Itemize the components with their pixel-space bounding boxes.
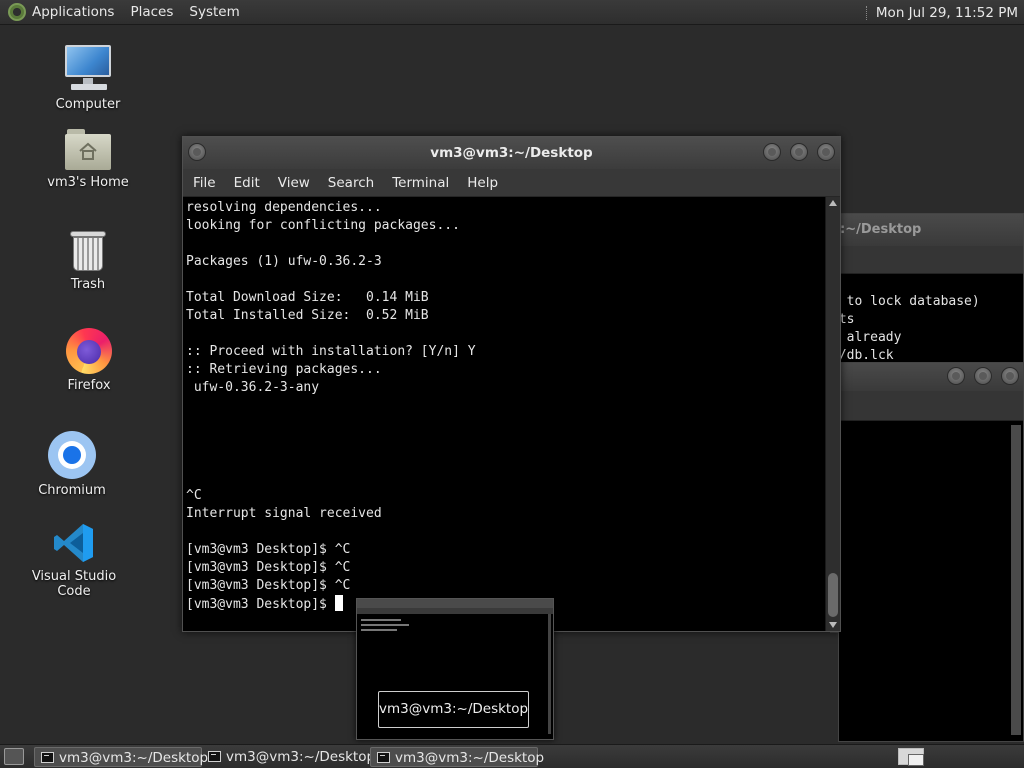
terminal-line: resolving dependencies... (186, 200, 382, 215)
background-window-menubar (831, 246, 1023, 274)
preview-content (357, 614, 553, 636)
background-line: t already (831, 330, 902, 345)
panel-separator (865, 5, 868, 20)
terminal-icon (41, 752, 54, 763)
terminal-line: [vm3@vm3 Desktop]$ ^C (186, 542, 351, 557)
taskbar-item-label: vm3@vm3:~/Desktop (226, 749, 376, 765)
terminal-line: Total Installed Size: 0.52 MiB (186, 308, 429, 323)
background-terminal-window-2[interactable] (838, 362, 1024, 742)
terminal-line: ^C (186, 488, 202, 503)
trash-icon (68, 229, 108, 273)
background-window-title[interactable]: 3:~/Desktop (831, 214, 1023, 246)
minimize-icon[interactable] (947, 367, 965, 385)
desktop-icon-vscode[interactable]: Visual Studio Code (14, 521, 134, 599)
desktop-icon-computer[interactable]: Computer (28, 45, 148, 112)
preview-scrollbar (548, 614, 551, 734)
panel-right: Mon Jul 29, 11:52 PM (865, 0, 1018, 25)
menu-places[interactable]: Places (130, 4, 173, 20)
terminal-line: ufw-0.36.2-3-any (186, 380, 320, 395)
maximize-icon[interactable] (974, 367, 992, 385)
terminal-line: [vm3@vm3 Desktop]$ ^C (186, 560, 351, 575)
menu-help[interactable]: Help (467, 175, 498, 191)
terminal-cursor (334, 595, 343, 611)
minimize-icon[interactable] (763, 143, 781, 161)
menu-applications[interactable]: Applications (32, 4, 114, 20)
menu-file[interactable]: File (193, 175, 216, 191)
taskbar-item[interactable]: vm3@vm3:~/Desktop (370, 747, 544, 767)
taskbar-item[interactable]: vm3@vm3:~/Desktop (202, 747, 375, 767)
desktop-icon-label: Computer (55, 97, 121, 112)
window-preview-tooltip: vm3@vm3:~/Desktop (378, 691, 529, 728)
menu-view[interactable]: View (278, 175, 310, 191)
terminal-menubar: File Edit View Search Terminal Help (183, 169, 840, 197)
terminal-line: Interrupt signal received (186, 506, 382, 521)
menu-terminal[interactable]: Terminal (392, 175, 449, 191)
terminal-line: Total Download Size: 0.14 MiB (186, 290, 429, 305)
background-window-text: e to lock database) sts t already n/db.l… (831, 274, 1023, 365)
terminal-icon (208, 751, 221, 762)
background-window-2-menubar (839, 391, 1023, 421)
close-icon[interactable] (817, 143, 835, 161)
terminal-line: :: Retrieving packages... (186, 362, 382, 377)
chromium-icon (48, 431, 96, 479)
terminal-line: Packages (1) ufw-0.36.2-3 (186, 254, 382, 269)
terminal-prompt: [vm3@vm3 Desktop]$ (186, 597, 335, 612)
menu-search[interactable]: Search (328, 175, 374, 191)
firefox-icon (66, 328, 112, 374)
terminal-icon (377, 752, 390, 763)
desktop-icon-label: Trash (70, 277, 106, 292)
home-folder-icon (65, 129, 111, 171)
computer-icon (63, 45, 113, 93)
terminal-output[interactable]: resolving dependencies... looking for con… (183, 197, 826, 631)
clock[interactable]: Mon Jul 29, 11:52 PM (876, 5, 1018, 21)
background-window-2-titlebar[interactable] (839, 363, 1023, 391)
scrollbar[interactable] (1011, 425, 1021, 735)
window-title: vm3@vm3:~/Desktop (430, 145, 593, 161)
scrollbar-thumb[interactable] (828, 573, 838, 617)
menu-system[interactable]: System (189, 4, 239, 20)
preview-titlebar (357, 599, 553, 608)
distro-logo-icon[interactable] (8, 3, 26, 21)
menu-edit[interactable]: Edit (234, 175, 260, 191)
terminal-line: :: Proceed with installation? [Y/n] Y (186, 344, 476, 359)
vscode-icon (52, 521, 96, 565)
desktop-icon-label: vm3's Home (47, 175, 129, 190)
taskbar-item[interactable]: vm3@vm3:~/Desktop (34, 747, 208, 767)
terminal-window[interactable]: vm3@vm3:~/Desktop File Edit View Search … (182, 136, 841, 632)
scroll-down-icon[interactable] (829, 622, 837, 628)
terminal-line: looking for conflicting packages... (186, 218, 460, 233)
terminal-line: [vm3@vm3 Desktop]$ ^C (186, 578, 351, 593)
top-panel: Applications Places System Mon Jul 29, 1… (0, 0, 1024, 25)
desktop-icon-label: Visual Studio Code (31, 569, 117, 599)
scroll-up-icon[interactable] (829, 200, 837, 206)
close-icon[interactable] (1001, 367, 1019, 385)
window-titlebar[interactable]: vm3@vm3:~/Desktop (183, 137, 840, 169)
desktop-icon-label: Firefox (67, 378, 111, 393)
desktop-icon-home[interactable]: vm3's Home (28, 129, 148, 190)
terminal-text: resolving dependencies... looking for con… (183, 197, 826, 614)
taskbar-item-label: vm3@vm3:~/Desktop (59, 750, 209, 766)
taskbar: vm3@vm3:~/Desktop vm3@vm3:~/Desktop vm3@… (0, 744, 1024, 768)
terminal-scrollbar[interactable] (825, 197, 840, 631)
desktop-icon-trash[interactable]: Trash (28, 229, 148, 292)
background-line: e to lock database) (831, 294, 980, 309)
show-desktop-icon[interactable] (4, 748, 24, 765)
desktop-icon-label: Chromium (38, 483, 106, 498)
desktop-icon-firefox[interactable]: Firefox (29, 328, 149, 393)
maximize-icon[interactable] (790, 143, 808, 161)
window-menu-icon[interactable] (188, 143, 206, 161)
taskbar-item-label: vm3@vm3:~/Desktop (395, 750, 545, 766)
desktop-icon-chromium[interactable]: Chromium (12, 431, 132, 498)
workspace-switcher-icon[interactable] (898, 748, 924, 766)
